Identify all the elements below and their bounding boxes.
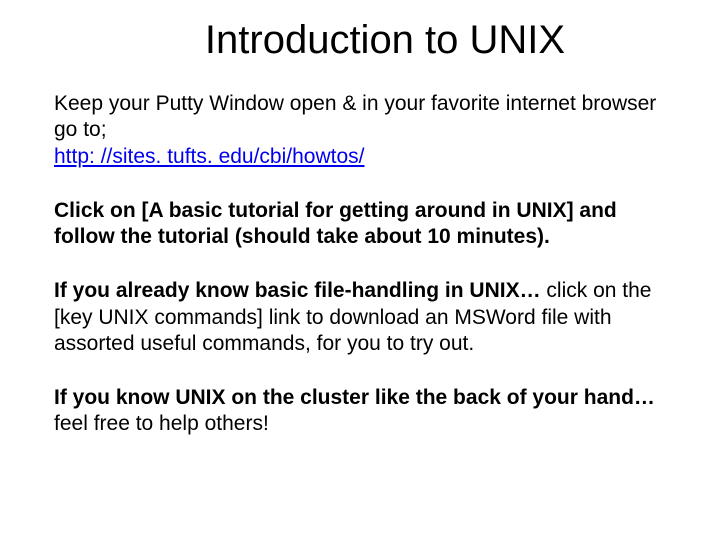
expert-lead: If you know UNIX on the cluster like the… (54, 386, 655, 409)
paragraph-tutorial: Click on [A basic tutorial for getting a… (54, 198, 666, 251)
slide-title: Introduction to UNIX (54, 18, 666, 63)
paragraph-expert: If you know UNIX on the cluster like the… (54, 385, 666, 438)
paragraph-known-basic: If you already know basic file-handling … (54, 278, 666, 357)
howtos-link[interactable]: http: //sites. tufts. edu/cbi/howtos/ (54, 145, 365, 168)
known-basic-lead: If you already know basic file-handling … (54, 279, 546, 302)
paragraph-intro: Keep your Putty Window open & in your fa… (54, 91, 666, 170)
intro-text: Keep your Putty Window open & in your fa… (54, 92, 656, 141)
slide-container: Introduction to UNIX Keep your Putty Win… (0, 0, 720, 486)
expert-rest: feel free to help others! (54, 412, 269, 435)
